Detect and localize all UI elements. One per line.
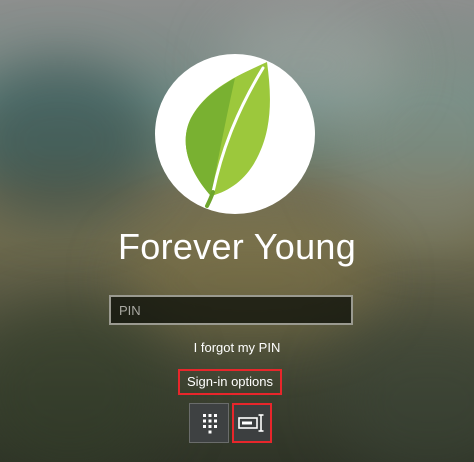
pin-signin-button[interactable] bbox=[189, 403, 229, 443]
background-blur bbox=[0, 60, 160, 220]
pin-input[interactable] bbox=[109, 295, 353, 325]
username: Forever Young bbox=[117, 226, 357, 267]
signin-options-link[interactable]: Sign-in options bbox=[178, 369, 282, 395]
lock-screen: Forever Young I forgot my PIN Sign-in op… bbox=[0, 0, 474, 462]
forgot-pin-link[interactable]: I forgot my PIN bbox=[0, 340, 474, 355]
keypad-icon bbox=[203, 414, 217, 434]
password-signin-button[interactable] bbox=[232, 403, 272, 443]
password-key-icon bbox=[238, 414, 264, 432]
leaf-icon bbox=[185, 62, 270, 208]
avatar bbox=[155, 54, 315, 214]
